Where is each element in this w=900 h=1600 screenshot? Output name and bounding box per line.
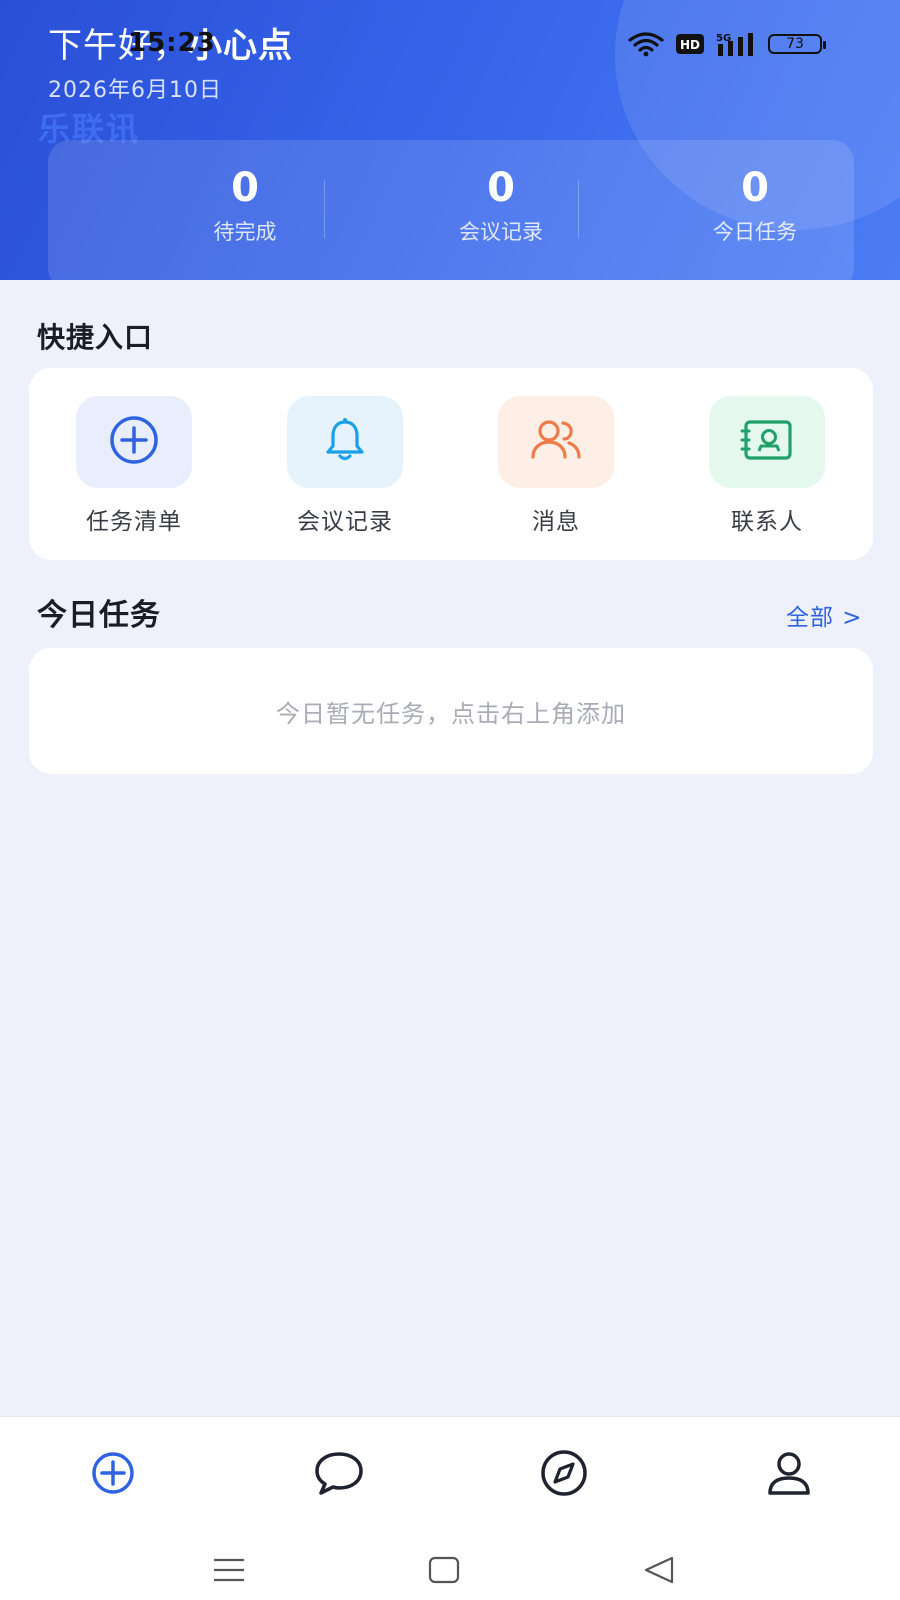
quick-entry-card: 任务清单 会议记录 消息 联系人 <box>29 368 873 560</box>
bottom-navigation <box>0 1416 900 1600</box>
stat-divider <box>578 180 579 238</box>
tab-discover[interactable] <box>534 1445 594 1505</box>
system-home-button[interactable] <box>419 1547 469 1597</box>
contacts-tile <box>709 396 825 488</box>
hd-label: HD <box>680 38 700 52</box>
today-tasks-card: 今日暂无任务，点击右上角添加 <box>29 648 873 774</box>
tab-profile[interactable] <box>759 1445 819 1505</box>
stat-today-tasks[interactable]: 0 今日任务 <box>655 164 855 246</box>
system-menu-button[interactable] <box>204 1547 254 1597</box>
quick-item-label: 任务清单 <box>86 509 182 535</box>
bell-icon <box>321 416 369 468</box>
stat-pending[interactable]: 0 待完成 <box>145 164 345 246</box>
quick-item-task-list[interactable]: 任务清单 <box>59 396 209 536</box>
view-all-link[interactable]: 全部 > <box>786 598 863 632</box>
quick-item-messages[interactable]: 消息 <box>481 396 631 536</box>
plus-circle-icon <box>108 414 160 470</box>
battery-indicator: 73 <box>768 34 826 54</box>
user-icon <box>765 1449 813 1501</box>
quick-item-label: 消息 <box>532 509 580 535</box>
chat-bubble-icon <box>313 1450 365 1500</box>
back-triangle-icon <box>643 1555 675 1589</box>
quick-item-label: 会议记录 <box>297 509 393 535</box>
hd-icon: HD <box>676 34 704 54</box>
empty-state-text: 今日暂无任务，点击右上角添加 <box>276 699 626 728</box>
stat-value: 0 <box>231 165 259 211</box>
status-icons: HD 5G 73 <box>628 30 826 58</box>
plus-circle-icon <box>90 1450 136 1500</box>
task-list-tile <box>76 396 192 488</box>
tab-chat[interactable] <box>309 1445 369 1505</box>
header-banner: 下午好，小心点 15:23 HD 5G 73 2026年6月10日 乐联讯 0 … <box>0 0 900 280</box>
contact-card-icon <box>740 418 794 466</box>
stat-label: 待完成 <box>213 220 277 244</box>
quick-item-contacts[interactable]: 联系人 <box>692 396 842 536</box>
users-icon <box>529 417 583 467</box>
quick-item-meeting-records[interactable]: 会议记录 <box>270 396 420 536</box>
square-icon <box>428 1556 460 1588</box>
quick-entry-title: 快捷入口 <box>37 321 154 354</box>
stat-label: 会议记录 <box>459 220 543 244</box>
current-date: 2026年6月10日 <box>48 78 222 103</box>
meeting-records-tile <box>287 396 403 488</box>
signal-icon: 5G <box>716 31 756 57</box>
status-time: 15:23 <box>128 28 216 58</box>
compass-icon <box>539 1448 589 1502</box>
stats-card: 0 待完成 0 会议记录 0 今日任务 <box>48 140 854 280</box>
stat-meeting-records[interactable]: 0 会议记录 <box>401 164 601 246</box>
tab-home[interactable] <box>83 1445 143 1505</box>
menu-icon <box>212 1557 246 1587</box>
messages-tile <box>498 396 614 488</box>
stat-value: 0 <box>487 165 515 211</box>
today-tasks-title: 今日任务 <box>37 598 161 633</box>
stat-divider <box>324 180 325 238</box>
stat-label: 今日任务 <box>713 220 797 244</box>
system-back-button[interactable] <box>634 1547 684 1597</box>
quick-item-label: 联系人 <box>731 509 803 535</box>
wifi-icon <box>628 31 664 57</box>
stat-value: 0 <box>741 165 769 211</box>
